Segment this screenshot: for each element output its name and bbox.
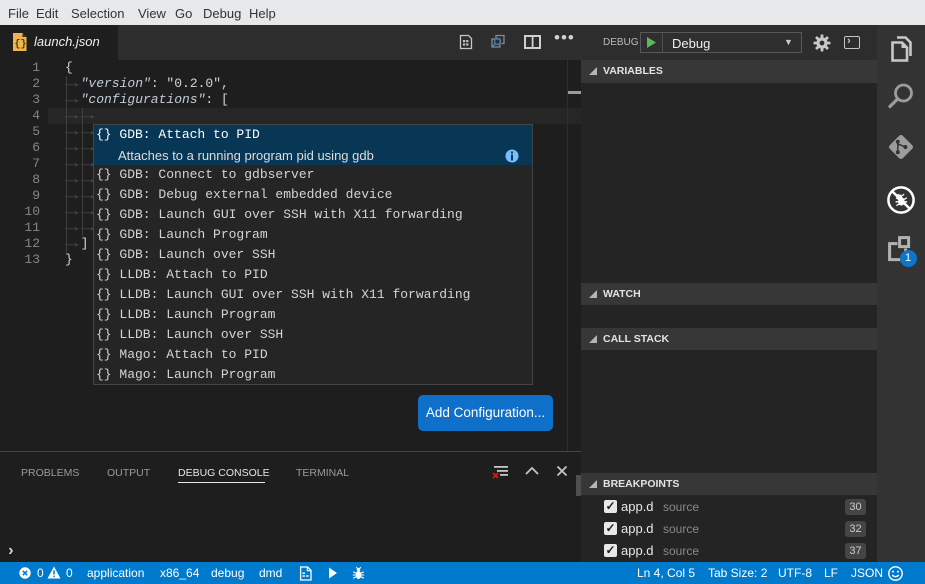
svg-text:{}: {}	[15, 39, 27, 51]
